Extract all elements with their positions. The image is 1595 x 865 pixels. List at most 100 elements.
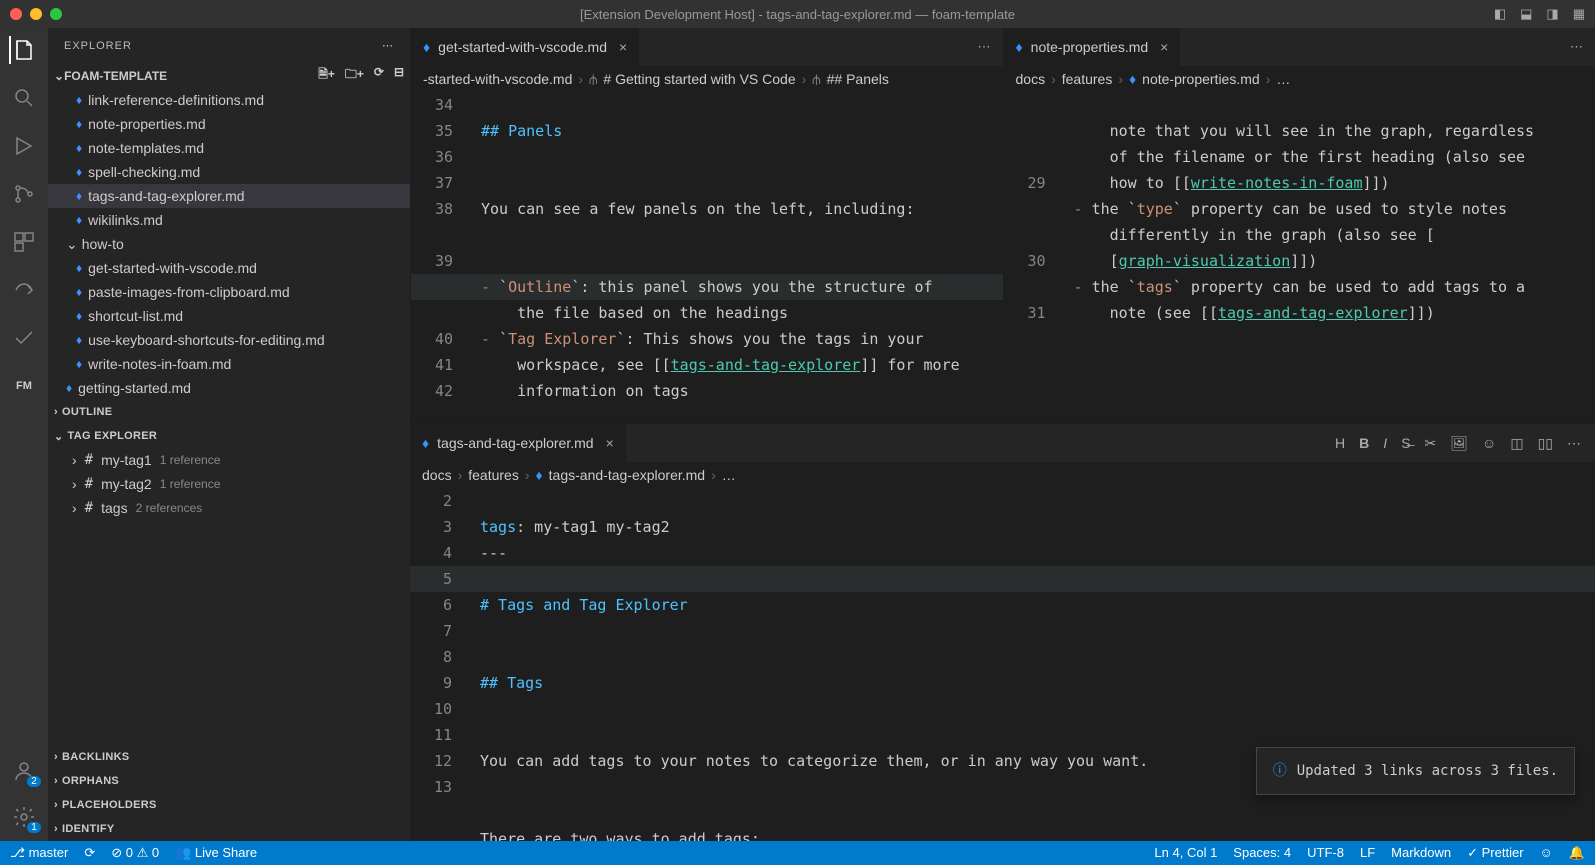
- breadcrumb-segment[interactable]: note-properties.md: [1142, 71, 1260, 87]
- panel-right-icon[interactable]: ◨: [1546, 6, 1558, 22]
- file-item[interactable]: ♦note-templates.md: [48, 136, 410, 160]
- explorer-activity-icon[interactable]: [9, 36, 37, 64]
- breadcrumb-3[interactable]: docs› features› ♦ tags-and-tag-explorer.…: [410, 462, 1595, 488]
- eol[interactable]: LF: [1360, 845, 1375, 861]
- section-title: PLACEHOLDERS: [62, 799, 157, 811]
- heading-icon[interactable]: H: [1335, 435, 1345, 451]
- tab-note-properties[interactable]: ♦ note-properties.md ×: [1004, 28, 1182, 66]
- split-icon[interactable]: ◫: [1510, 435, 1523, 452]
- source-control-activity-icon[interactable]: [10, 180, 38, 208]
- breadcrumb-segment[interactable]: -started-with-vscode.md: [423, 71, 572, 87]
- cut-icon[interactable]: ✂: [1425, 435, 1437, 452]
- collapse-all-icon[interactable]: ⊟: [394, 65, 404, 86]
- italic-icon[interactable]: I: [1383, 435, 1387, 451]
- accounts-activity-icon[interactable]: 2: [10, 757, 38, 785]
- breadcrumb-segment[interactable]: ## Panels: [827, 71, 889, 87]
- panel-left-icon[interactable]: ◧: [1494, 6, 1506, 22]
- editor-content-2[interactable]: 293031 note that you will see in the gra…: [1004, 92, 1595, 423]
- prettier-status[interactable]: ✓ Prettier: [1467, 845, 1523, 861]
- wikilink[interactable]: write-notes-in-foam: [1191, 174, 1363, 192]
- editor-content-3[interactable]: 2345678910111213 tags: my-tag1 my-tag2 -…: [410, 488, 1595, 841]
- file-label: getting-started.md: [78, 380, 191, 396]
- check-activity-icon[interactable]: [10, 324, 38, 352]
- close-tab-icon[interactable]: ×: [606, 435, 614, 451]
- notification-toast[interactable]: ⓘ Updated 3 links across 3 files.: [1256, 747, 1575, 795]
- file-item[interactable]: ♦use-keyboard-shortcuts-for-editing.md: [48, 328, 410, 352]
- outline-section-header[interactable]: ›OUTLINE: [48, 400, 410, 424]
- breadcrumb-segment[interactable]: features: [1062, 71, 1113, 87]
- orphans-section-header[interactable]: ›ORPHANS: [48, 769, 410, 793]
- bold-icon[interactable]: B: [1359, 435, 1369, 451]
- panel-bottom-icon[interactable]: ⬓: [1520, 6, 1532, 22]
- image-icon[interactable]: 🖼: [1450, 435, 1468, 452]
- tab-actions[interactable]: ⋯: [966, 28, 1003, 66]
- cursor-position[interactable]: Ln 4, Col 1: [1154, 845, 1217, 861]
- backlinks-section-header[interactable]: ›BACKLINKS: [48, 745, 410, 769]
- breadcrumb-1[interactable]: -started-with-vscode.md› ⫛# Getting star…: [411, 66, 1003, 92]
- minimize-window-button[interactable]: [30, 8, 42, 20]
- breadcrumb-segment[interactable]: features: [468, 467, 519, 483]
- refresh-icon[interactable]: ⟳: [374, 65, 384, 86]
- strike-icon[interactable]: S̶: [1401, 435, 1410, 451]
- wikilink[interactable]: graph-visualization: [1119, 252, 1291, 270]
- close-tab-icon[interactable]: ×: [1160, 39, 1168, 55]
- file-item[interactable]: ♦write-notes-in-foam.md: [48, 352, 410, 376]
- more-icon[interactable]: ⋯: [1567, 435, 1581, 452]
- sync-icon[interactable]: ⟳: [84, 845, 95, 861]
- git-branch[interactable]: ⎇ master: [10, 845, 68, 861]
- breadcrumb-segment[interactable]: # Getting started with VS Code: [603, 71, 795, 87]
- extensions-activity-icon[interactable]: [10, 228, 38, 256]
- live-share-button[interactable]: 👥 Live Share: [175, 845, 257, 861]
- folder-root[interactable]: ⌄ FOAM-TEMPLATE 🗎+ 🗀+ ⟳ ⊟: [48, 63, 410, 88]
- new-folder-icon[interactable]: 🗀+: [345, 65, 364, 86]
- tab-actions[interactable]: ⋯: [1558, 28, 1595, 66]
- foam-activity-icon[interactable]: FM: [10, 372, 38, 400]
- explorer-more-icon[interactable]: ⋯: [382, 39, 394, 52]
- file-item[interactable]: ♦wikilinks.md: [48, 208, 410, 232]
- file-item[interactable]: ♦getting-started.md: [48, 376, 410, 400]
- tab-get-started[interactable]: ♦ get-started-with-vscode.md ×: [411, 28, 640, 66]
- tag-item[interactable]: ›#my-tag21 reference: [48, 472, 410, 496]
- file-item[interactable]: ♦spell-checking.md: [48, 160, 410, 184]
- wikilink[interactable]: tags-and-tag-explorer: [671, 356, 861, 374]
- breadcrumb-segment[interactable]: docs: [1016, 71, 1046, 87]
- indentation[interactable]: Spaces: 4: [1233, 845, 1291, 861]
- breadcrumb-2[interactable]: docs› features› ♦ note-properties.md› …: [1004, 66, 1595, 92]
- breadcrumb-segment[interactable]: …: [722, 467, 736, 483]
- file-item[interactable]: ♦paste-images-from-clipboard.md: [48, 280, 410, 304]
- tag-item[interactable]: ›#tags2 references: [48, 496, 410, 520]
- titlebar-layout-controls[interactable]: ◧ ⬓ ◨ ▦: [1494, 6, 1585, 22]
- share-activity-icon[interactable]: [10, 276, 38, 304]
- breadcrumb-segment[interactable]: …: [1276, 71, 1290, 87]
- preview-icon[interactable]: ▯▯: [1538, 435, 1553, 452]
- emoji-icon[interactable]: ☺: [1482, 435, 1496, 451]
- file-item[interactable]: ♦note-properties.md: [48, 112, 410, 136]
- notifications-icon[interactable]: 🔔: [1569, 845, 1585, 861]
- placeholders-section-header[interactable]: ›PLACEHOLDERS: [48, 793, 410, 817]
- close-window-button[interactable]: [10, 8, 22, 20]
- file-item-selected[interactable]: ♦tags-and-tag-explorer.md: [48, 184, 410, 208]
- editor-content-1[interactable]: 343536373839404142 ## Panels You can see…: [411, 92, 1003, 423]
- file-item[interactable]: ♦shortcut-list.md: [48, 304, 410, 328]
- encoding[interactable]: UTF-8: [1307, 845, 1344, 861]
- run-activity-icon[interactable]: [10, 132, 38, 160]
- tag-item[interactable]: ›#my-tag11 reference: [48, 448, 410, 472]
- breadcrumb-segment[interactable]: tags-and-tag-explorer.md: [549, 467, 705, 483]
- search-activity-icon[interactable]: [10, 84, 38, 112]
- feedback-icon[interactable]: ☺: [1540, 845, 1553, 861]
- file-item[interactable]: ♦get-started-with-vscode.md: [48, 256, 410, 280]
- wikilink[interactable]: tags-and-tag-explorer: [1218, 304, 1408, 322]
- settings-activity-icon[interactable]: 1: [10, 803, 38, 831]
- tag-explorer-section-header[interactable]: ⌄TAG EXPLORER: [48, 424, 410, 448]
- new-file-icon[interactable]: 🗎+: [318, 65, 335, 86]
- tab-tags-explorer[interactable]: ♦ tags-and-tag-explorer.md ×: [410, 424, 627, 462]
- layout-grid-icon[interactable]: ▦: [1573, 6, 1585, 22]
- file-item[interactable]: ♦link-reference-definitions.md: [48, 88, 410, 112]
- close-tab-icon[interactable]: ×: [619, 39, 627, 55]
- problems-indicator[interactable]: ⊘ 0 ⚠ 0: [111, 845, 159, 861]
- identify-section-header[interactable]: ›IDENTIFY: [48, 817, 410, 841]
- breadcrumb-segment[interactable]: docs: [422, 467, 452, 483]
- folder-item[interactable]: ⌄how-to: [48, 232, 410, 256]
- language-mode[interactable]: Markdown: [1391, 845, 1451, 861]
- maximize-window-button[interactable]: [50, 8, 62, 20]
